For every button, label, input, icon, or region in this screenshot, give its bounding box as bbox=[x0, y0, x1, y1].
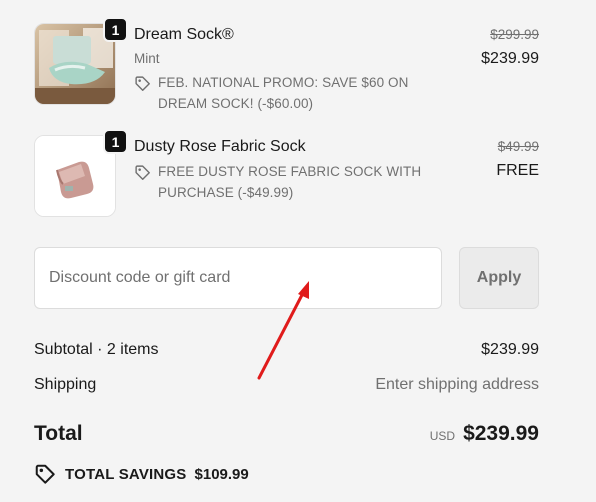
order-summary: 1 Dream Sock® Mint FEB. NATIONAL PROMO: … bbox=[0, 0, 596, 502]
item-price: $299.99 $239.99 bbox=[481, 25, 539, 70]
tag-icon bbox=[35, 464, 55, 484]
total-value: $239.99 bbox=[463, 422, 539, 445]
promo-text: FEB. NATIONAL PROMO: SAVE $60 ON DREAM S… bbox=[158, 75, 409, 111]
total-label: Total bbox=[34, 422, 83, 445]
line-item: 1 Dream Sock® Mint FEB. NATIONAL PROMO: … bbox=[34, 17, 539, 111]
tag-icon bbox=[135, 76, 150, 91]
savings-value: $109.99 bbox=[194, 465, 249, 483]
shipping-value: Enter shipping address bbox=[375, 376, 539, 393]
compare-at-price: $49.99 bbox=[497, 139, 539, 154]
total-savings: TOTAL SAVINGS $109.99 bbox=[34, 462, 249, 486]
item-price: $49.99 FREE bbox=[496, 137, 539, 182]
item-name: Dream Sock® bbox=[134, 26, 234, 43]
compare-at-price: $299.99 bbox=[490, 27, 539, 42]
subtotal-value: $239.99 bbox=[481, 341, 539, 358]
final-price: FREE bbox=[496, 162, 539, 179]
subtotal-label: Subtotal · 2 items bbox=[34, 341, 159, 358]
promo-text: FREE DUSTY ROSE FABRIC SOCK WITH PURCHAS… bbox=[158, 164, 422, 200]
discount-allocation: FREE DUSTY ROSE FABRIC SOCK WITH PURCHAS… bbox=[134, 161, 454, 203]
total-amount-group: USD $239.99 bbox=[430, 422, 539, 446]
discount-code-input[interactable] bbox=[34, 247, 442, 309]
discount-allocation: FEB. NATIONAL PROMO: SAVE $60 ON DREAM S… bbox=[134, 72, 454, 114]
item-details: Dusty Rose Fabric Sock FREE DUSTY ROSE F… bbox=[134, 136, 454, 203]
quantity-badge: 1 bbox=[103, 129, 128, 154]
item-variant: Mint bbox=[134, 51, 160, 66]
quantity-badge: 1 bbox=[103, 17, 128, 42]
product-image-dream-sock: 1 bbox=[34, 17, 128, 105]
shipping-row: Shipping Enter shipping address bbox=[34, 373, 539, 397]
item-name: Dusty Rose Fabric Sock bbox=[134, 138, 306, 155]
apply-discount-button[interactable]: Apply bbox=[459, 247, 539, 309]
item-details: Dream Sock® Mint FEB. NATIONAL PROMO: SA… bbox=[134, 24, 454, 114]
final-price: $239.99 bbox=[481, 50, 539, 67]
savings-label: TOTAL SAVINGS bbox=[65, 465, 187, 483]
total-row: Total USD $239.99 bbox=[34, 420, 539, 452]
product-image-dusty-rose-sock: 1 bbox=[34, 129, 128, 217]
subtotal-row: Subtotal · 2 items $239.99 bbox=[34, 338, 539, 362]
shipping-label: Shipping bbox=[34, 376, 97, 393]
tag-icon bbox=[135, 165, 150, 180]
line-item: 1 Dusty Rose Fabric Sock FREE DUSTY ROSE… bbox=[34, 129, 539, 217]
currency-code: USD bbox=[429, 429, 456, 443]
